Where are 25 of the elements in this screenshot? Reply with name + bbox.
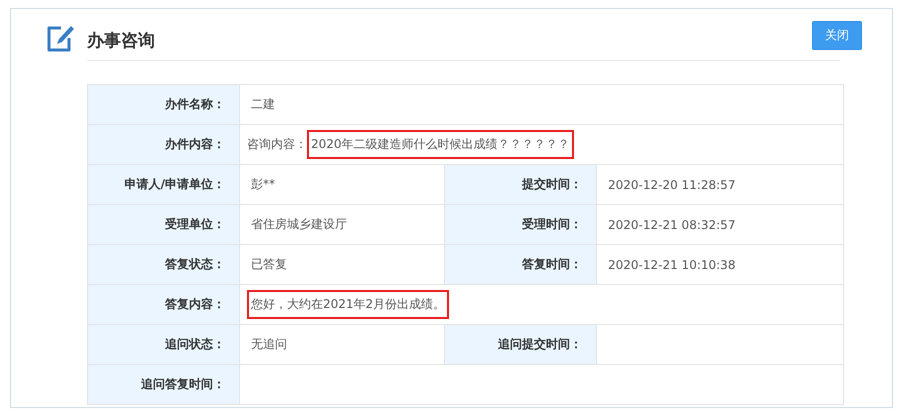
field-value: 2020-12-21 08:32:57 [607, 216, 736, 234]
field-value: 二建 [250, 96, 276, 113]
field-label: 答复内容： [88, 285, 240, 325]
field-value: 2020-12-20 11:28:57 [607, 176, 736, 194]
highlighted-text: 2020年二级建造师什么时候出成绩？？？？？？ [307, 130, 574, 159]
field-label: 办件名称： [88, 85, 240, 125]
field-label: 追问答复时间： [88, 365, 240, 405]
field-label: 追问状态： [88, 325, 240, 365]
field-label: 答复状态： [88, 245, 240, 285]
edit-icon [45, 24, 75, 54]
field-label: 追问提交时间： [445, 325, 597, 365]
close-button[interactable]: 关闭 [812, 21, 862, 50]
field-value: 已答复 [250, 256, 288, 273]
field-label: 申请人/申请单位： [88, 165, 240, 205]
field-value: 省住房城乡建设厅 [250, 216, 348, 233]
field-value: 2020-12-21 10:10:38 [607, 256, 736, 274]
field-label: 办件内容： [88, 125, 240, 165]
field-label: 答复时间： [445, 245, 597, 285]
field-prefix: 咨询内容： [247, 136, 307, 153]
highlighted-text: 您好，大约在2021年2月份出成绩。 [247, 290, 450, 319]
field-label: 提交时间： [445, 165, 597, 205]
field-label: 受理单位： [88, 205, 240, 245]
field-value: 彭** [250, 176, 276, 193]
field-label: 受理时间： [445, 205, 597, 245]
field-value: 无追问 [250, 336, 288, 353]
